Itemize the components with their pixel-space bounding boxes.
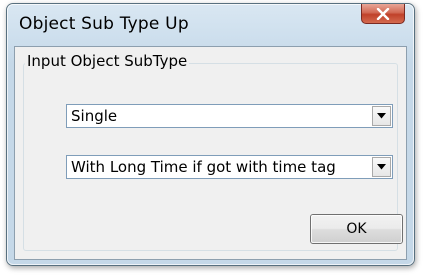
close-x-icon (376, 7, 390, 20)
dropdown-arrow-button[interactable] (372, 157, 391, 177)
ok-button-label: OK (346, 221, 367, 237)
subtype-combobox[interactable]: Single (66, 104, 393, 128)
time-tag-combobox-value: With Long Time if got with time tag (71, 158, 336, 176)
ok-button[interactable]: OK (310, 214, 403, 244)
window-title: Object Sub Type Up (19, 14, 189, 34)
groupbox-label: Input Object SubType (25, 52, 190, 70)
dropdown-arrow-icon (377, 164, 386, 170)
dropdown-arrow-icon (377, 113, 386, 119)
close-button[interactable] (361, 4, 405, 24)
dropdown-arrow-button[interactable] (372, 106, 391, 126)
subtype-combobox-value: Single (71, 107, 118, 125)
time-tag-combobox[interactable]: With Long Time if got with time tag (66, 155, 393, 179)
dialog-window: Object Sub Type Up Input Object SubType … (6, 3, 415, 266)
